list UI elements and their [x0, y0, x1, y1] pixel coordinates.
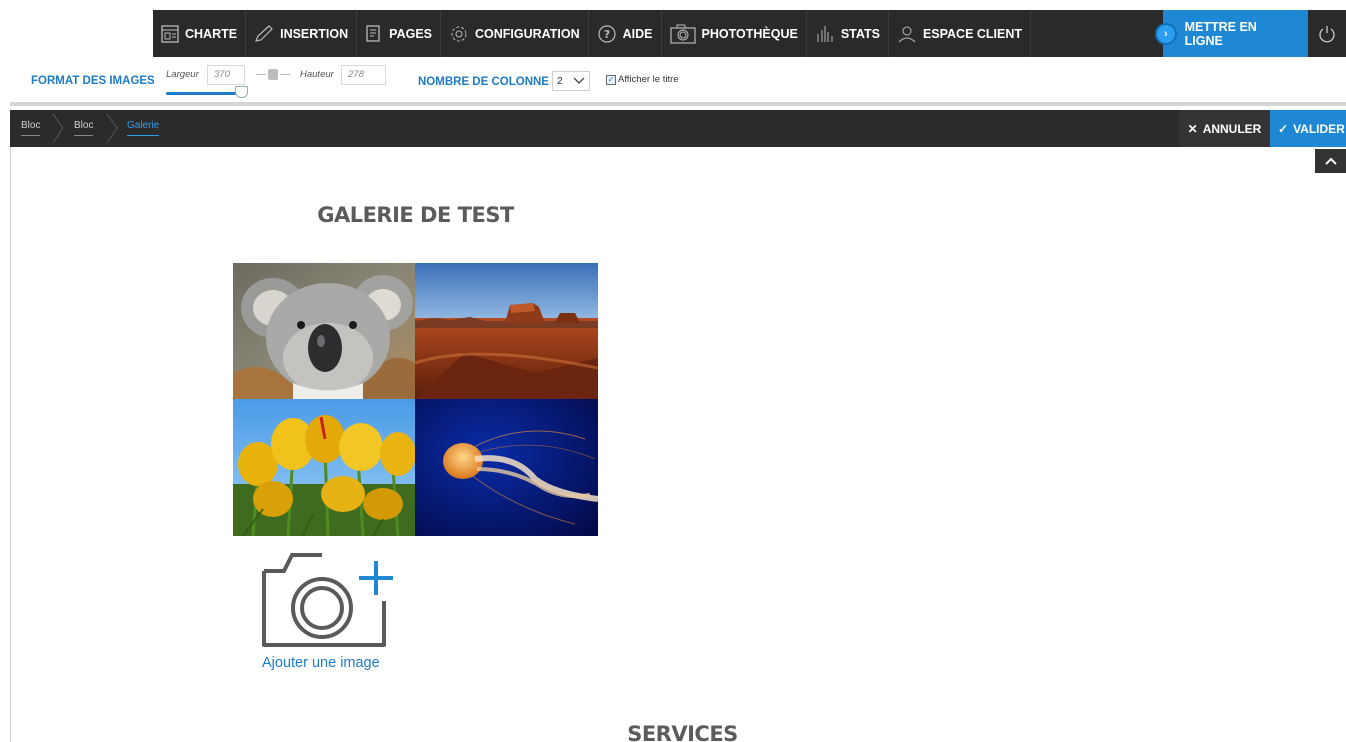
- size-slider-track[interactable]: [166, 92, 246, 95]
- check-icon: ✓: [1278, 121, 1289, 136]
- gallery-image-jellyfish[interactable]: [415, 399, 598, 536]
- nav-phototheque-label: PHOTOTHÈQUE: [701, 26, 798, 41]
- nav-stats-label: STATS: [840, 26, 880, 41]
- checkbox-icon: ✓: [606, 74, 616, 85]
- layout-icon: [161, 24, 179, 43]
- chevron-down-icon: [573, 77, 585, 84]
- nav-stats[interactable]: STATS: [807, 10, 889, 57]
- width-input[interactable]: 370: [207, 65, 245, 85]
- breadcrumb-separator-icon: [52, 113, 64, 144]
- pages-icon: [366, 24, 380, 42]
- nav-aide-label: AIDE: [622, 26, 653, 41]
- svg-text:?: ?: [603, 28, 609, 41]
- top-navigation: CHARTE INSERTION PAGES CONFIGURATION ? A…: [153, 10, 1346, 57]
- validate-button[interactable]: ✓ VALIDER: [1270, 110, 1346, 147]
- show-title-label: Afficher le titre: [618, 74, 679, 85]
- help-icon: ?: [598, 24, 616, 43]
- services-section-title: SERVICES: [627, 722, 738, 742]
- breadcrumb-separator-icon: [106, 113, 118, 144]
- gallery-image-desert[interactable]: [415, 263, 598, 399]
- publish-label: METTRE EN LIGNE: [1184, 19, 1257, 48]
- gallery-image-tulips[interactable]: [233, 399, 415, 536]
- nav-pages-label: PAGES: [389, 26, 432, 41]
- power-button[interactable]: [1308, 10, 1346, 57]
- image-options-bar: FORMAT DES IMAGES Largeur 370 — — Hauteu…: [10, 57, 1346, 106]
- image-format-title: FORMAT DES IMAGES: [31, 75, 155, 87]
- cancel-label: ANNULER: [1202, 121, 1262, 136]
- nav-charte-label: CHARTE: [185, 26, 238, 41]
- breadcrumb-item-galerie[interactable]: Galerie: [127, 120, 160, 136]
- gallery-title: GALERIE DE TEST: [317, 203, 514, 227]
- nav-phototheque[interactable]: PHOTOTHÈQUE: [662, 10, 807, 57]
- columns-title: NOMBRE DE COLONNE: [418, 76, 549, 88]
- nav-aide[interactable]: ? AIDE: [589, 10, 662, 57]
- ratio-lock[interactable]: — —: [256, 67, 296, 81]
- height-input[interactable]: 278: [341, 65, 386, 85]
- validate-label: VALIDER: [1293, 121, 1345, 136]
- nav-pages[interactable]: PAGES: [357, 10, 441, 57]
- gallery-image-koala[interactable]: [233, 263, 415, 399]
- nav-insertion-label: INSERTION: [280, 26, 349, 41]
- gear-icon: [451, 26, 467, 41]
- nav-insertion[interactable]: INSERTION: [246, 10, 358, 57]
- breadcrumb-item-bloc-1[interactable]: Bloc: [21, 120, 41, 136]
- camera-icon: [669, 24, 696, 44]
- nav-espace-client-label: ESPACE CLIENT: [922, 26, 1023, 41]
- columns-value: 2: [557, 75, 563, 87]
- breadcrumb-item-bloc-2[interactable]: Bloc: [74, 120, 94, 136]
- user-icon: [898, 26, 916, 42]
- camera-plus-icon: [262, 553, 393, 647]
- power-icon: [1319, 25, 1335, 42]
- collapse-button[interactable]: [1315, 149, 1346, 173]
- add-image-label[interactable]: Ajouter une image: [262, 655, 380, 671]
- columns-select[interactable]: 2: [552, 71, 590, 91]
- gallery-grid: [233, 263, 598, 536]
- nav-charte[interactable]: CHARTE: [153, 10, 247, 57]
- nav-configuration-label: CONFIGURATION: [475, 26, 580, 41]
- pencil-icon: [255, 24, 273, 42]
- stats-icon: [817, 25, 833, 42]
- breadcrumb: Bloc Bloc Galerie ✕ ANNULER ✓ VALIDER: [10, 110, 1346, 147]
- width-label: Largeur: [166, 69, 199, 80]
- nav-configuration[interactable]: CONFIGURATION: [441, 10, 589, 57]
- nav-espace-client[interactable]: ESPACE CLIENT: [889, 10, 1032, 57]
- size-slider-handle[interactable]: [235, 86, 248, 98]
- cancel-button[interactable]: ✕ ANNULER: [1179, 110, 1270, 147]
- close-icon: ✕: [1187, 121, 1198, 136]
- chevron-right-icon: ›: [1155, 22, 1177, 45]
- show-title-checkbox[interactable]: ✓ Afficher le titre: [606, 74, 679, 85]
- publish-button[interactable]: › METTRE EN LIGNE: [1155, 10, 1308, 57]
- height-label: Hauteur: [300, 69, 334, 80]
- dash-left: —: [256, 68, 266, 80]
- lock-icon: [268, 68, 278, 80]
- chevron-up-icon: [1324, 157, 1337, 165]
- content-border: [10, 147, 11, 742]
- dash-right: —: [280, 68, 290, 80]
